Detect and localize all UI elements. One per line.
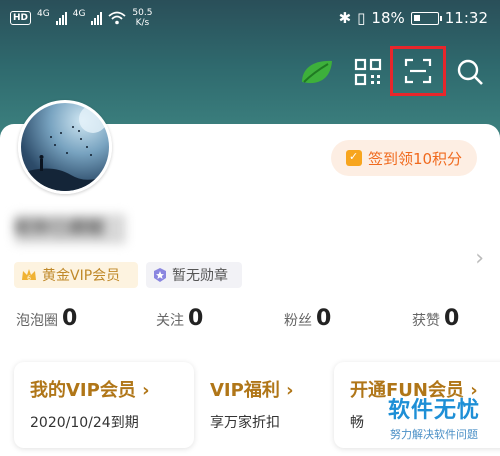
status-right: ✱ ▯ 18% 11:32 <box>339 9 488 27</box>
status-bar: HD 4G 4G 50.5 K/s ✱ ▯ 18% 11:32 <box>0 0 500 36</box>
status-left: HD 4G 4G 50.5 K/s <box>10 8 152 28</box>
scan-icon <box>404 58 432 84</box>
benefit-title: 我的VIP会员 › <box>30 380 150 401</box>
vip-membership-card[interactable]: 我的VIP会员 › 2020/10/24到期 <box>14 362 194 448</box>
benefit-subtitle: 享万家折扣 <box>210 415 280 431</box>
vip-badge-label: 黄金VIP会员 <box>42 268 121 284</box>
speed-value: 50.5 <box>132 8 153 18</box>
wifi-icon <box>108 11 127 25</box>
stat-fans[interactable]: 粉丝 0 <box>284 306 331 331</box>
signin-label: 签到领10积分 <box>367 149 463 168</box>
network-type-2: 4G <box>72 9 86 19</box>
search-icon[interactable] <box>450 52 490 92</box>
stat-label: 获赞 <box>412 313 440 329</box>
crown-icon: 6 <box>22 269 36 282</box>
stat-label: 关注 <box>156 313 184 329</box>
avatar[interactable] <box>18 100 112 194</box>
signal-icon <box>55 11 67 25</box>
username-blurred: 昵称已模糊 <box>14 214 126 244</box>
stat-likes[interactable]: 获赞 0 <box>412 306 459 331</box>
leaf-icon[interactable] <box>296 52 336 92</box>
medal-badge-label: 暂无勋章 <box>172 268 228 284</box>
watermark: 软件无忧 努力解决软件问题 <box>372 392 496 442</box>
clock: 11:32 <box>444 9 488 27</box>
scan-button[interactable] <box>390 46 446 96</box>
network-speed: 50.5 K/s <box>132 8 152 28</box>
stat-following[interactable]: 关注 0 <box>156 306 203 331</box>
stat-label: 粉丝 <box>284 313 312 329</box>
network-type-1: 4G <box>37 9 50 19</box>
medal-icon <box>154 268 166 282</box>
avatar-image <box>21 105 109 191</box>
stat-label: 泡泡圈 <box>16 313 58 329</box>
stat-value: 0 <box>62 306 78 331</box>
watermark-sub: 努力解决软件问题 <box>390 428 478 441</box>
stat-value: 0 <box>444 306 460 331</box>
stat-bubble-circle[interactable]: 泡泡圈 0 <box>16 306 77 331</box>
signin-button[interactable]: 签到领10积分 <box>331 140 477 176</box>
stats-row: 泡泡圈 0 关注 0 粉丝 0 获赞 0 <box>0 306 500 346</box>
vip-badge[interactable]: 6 黄金VIP会员 <box>14 262 138 288</box>
medal-badge[interactable]: 暂无勋章 <box>146 262 242 288</box>
speed-unit: K/s <box>135 18 150 28</box>
stat-value: 0 <box>188 306 204 331</box>
profile-chevron-icon[interactable]: › <box>475 246 484 271</box>
calendar-check-icon <box>345 150 362 166</box>
header-actions <box>0 46 500 96</box>
benefit-title: VIP福利 › <box>210 380 294 401</box>
vip-benefits-card[interactable]: VIP福利 › 享万家折扣 <box>194 362 326 448</box>
benefit-subtitle: 畅 <box>350 415 364 431</box>
bluetooth-icon: ✱ <box>338 9 352 27</box>
watermark-main: 软件无忧 <box>387 398 480 423</box>
hd-badge: HD <box>10 11 32 25</box>
vibrate-icon: ▯ <box>357 9 366 27</box>
battery-icon <box>410 11 442 25</box>
username-text: 昵称已模糊 <box>14 218 104 239</box>
stat-value: 0 <box>316 306 332 331</box>
battery-percent: 18% <box>371 9 405 27</box>
svg-text:6: 6 <box>27 275 31 282</box>
qr-code-icon[interactable] <box>348 52 388 92</box>
benefit-subtitle: 2020/10/24到期 <box>30 415 139 431</box>
signal-icon <box>91 11 103 25</box>
